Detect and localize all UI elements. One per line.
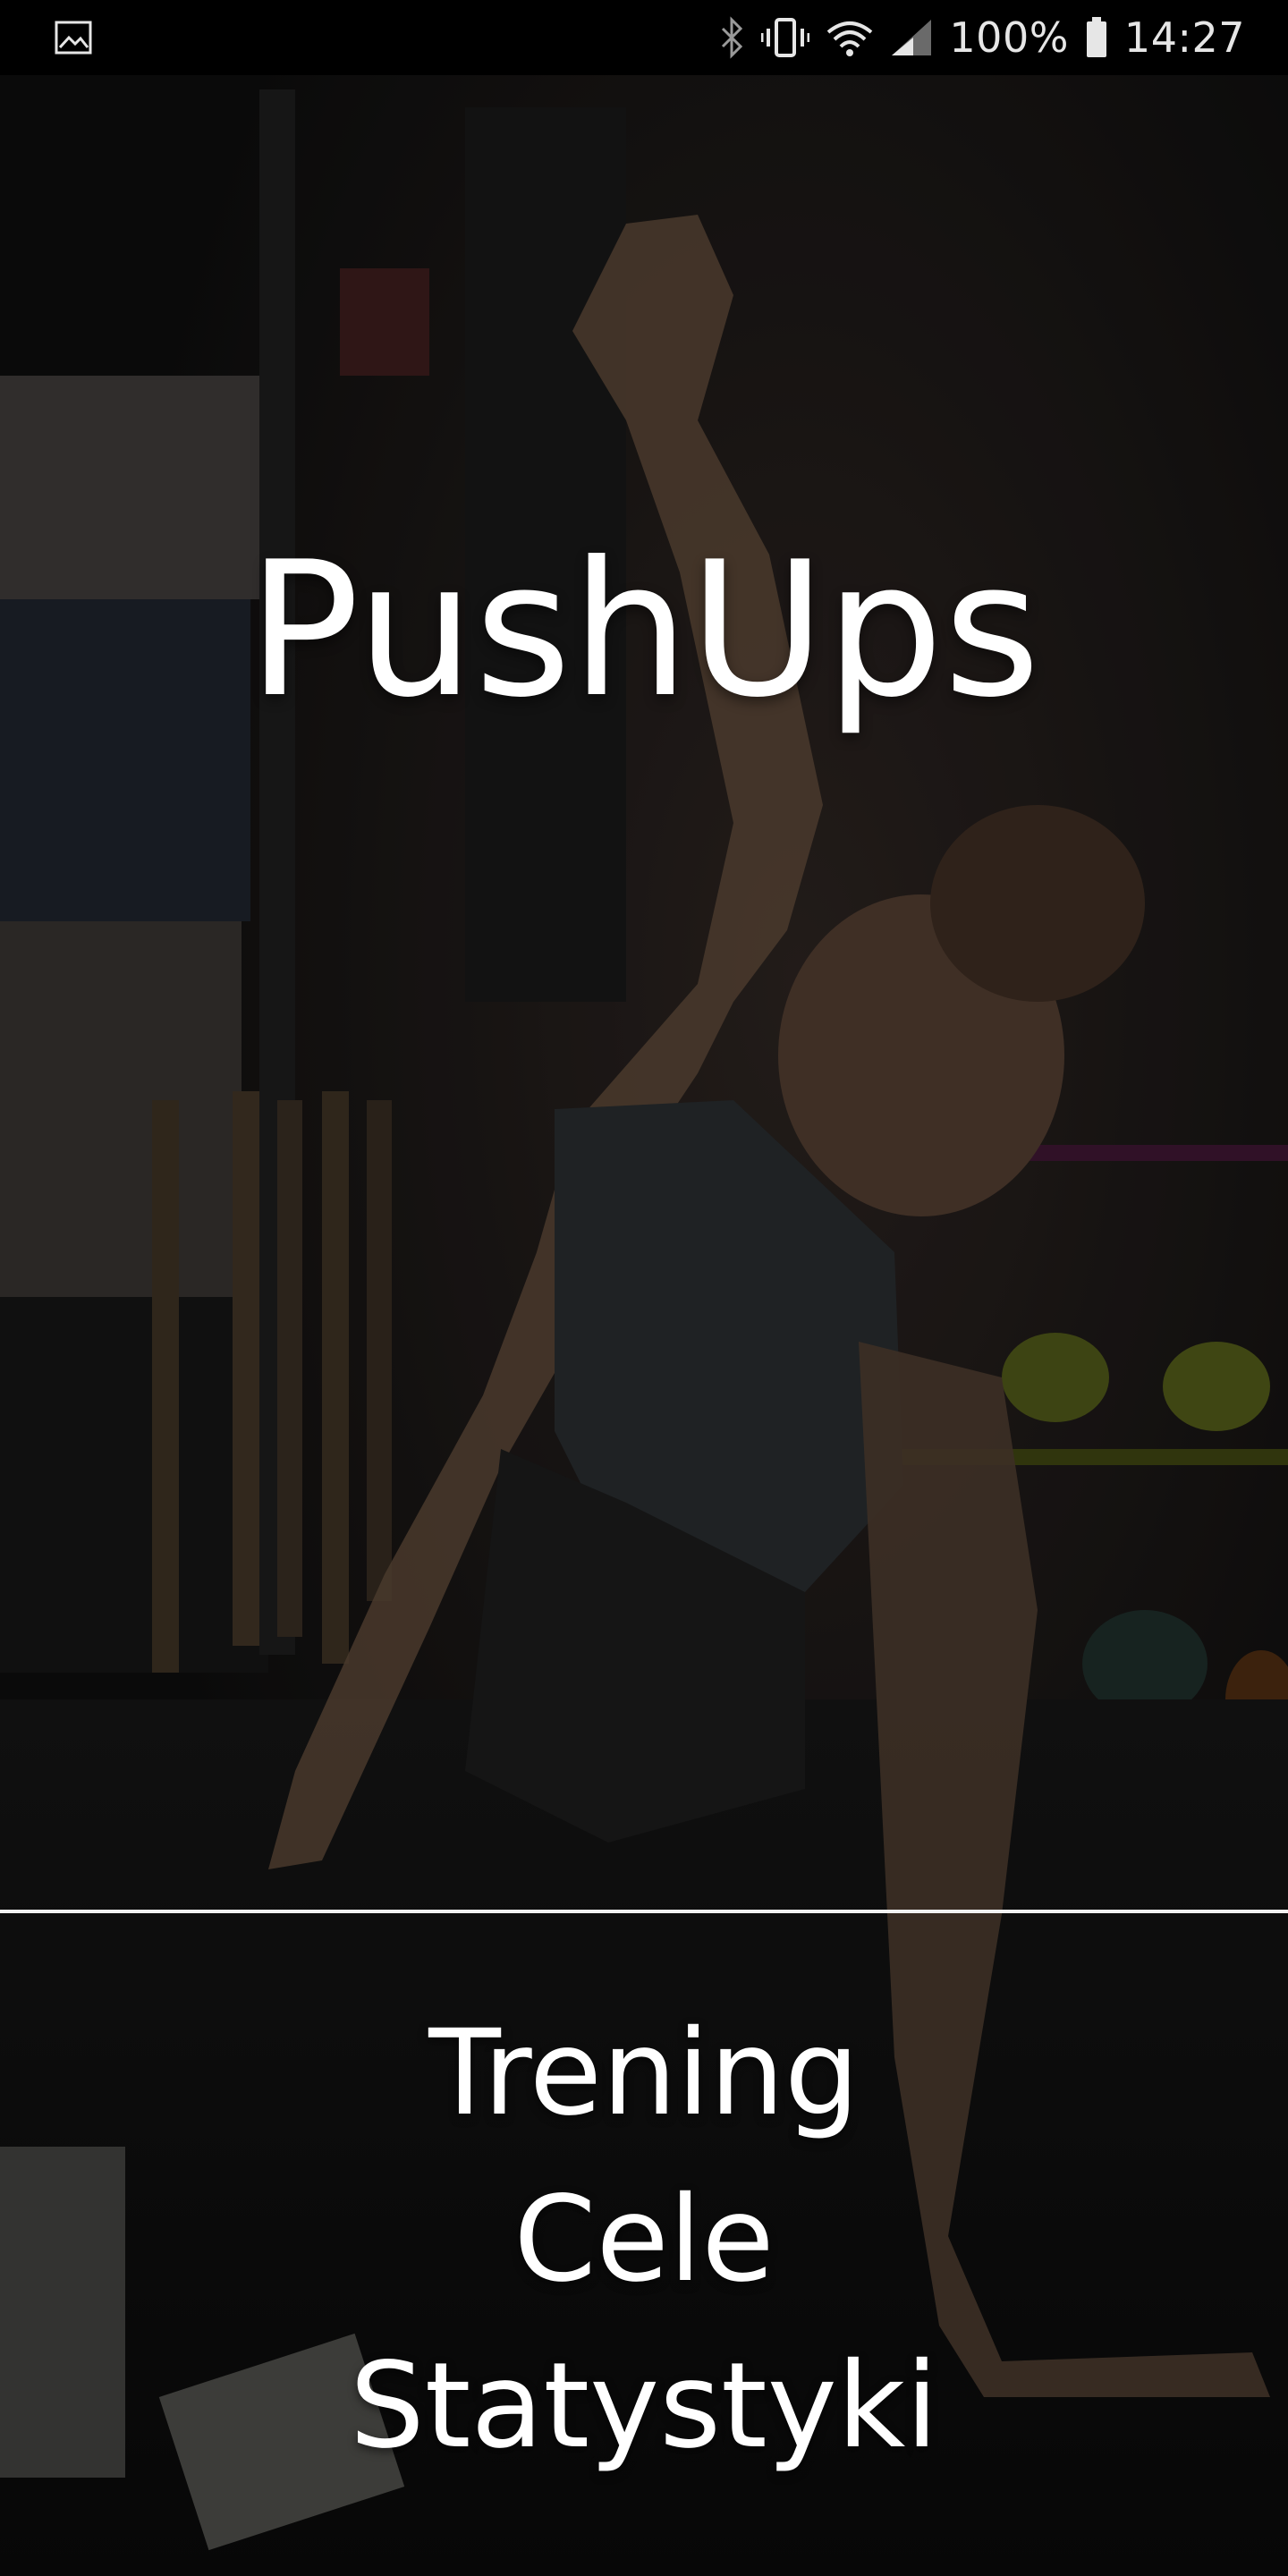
bluetooth-icon (718, 16, 745, 59)
gallery-icon (54, 18, 93, 57)
divider (0, 1910, 1288, 1913)
menu-item-trening[interactable]: Trening (428, 1990, 860, 2157)
wifi-icon (826, 18, 874, 57)
vibrate-icon (761, 16, 810, 59)
menu-item-statystyki[interactable]: Statystyki (350, 2323, 938, 2489)
battery-percentage: 100% (949, 13, 1069, 62)
app-screen: 100% 14:27 PushUps Trening Cele Statysty… (0, 0, 1288, 2576)
status-clock: 14:27 (1123, 13, 1245, 62)
signal-icon (890, 18, 933, 57)
status-bar: 100% 14:27 (0, 0, 1288, 75)
menu-item-cele[interactable]: Cele (513, 2157, 774, 2323)
main-menu: Trening Cele Statystyki (0, 1990, 1288, 2489)
battery-icon (1085, 17, 1108, 58)
app-title: PushUps (247, 522, 1041, 739)
